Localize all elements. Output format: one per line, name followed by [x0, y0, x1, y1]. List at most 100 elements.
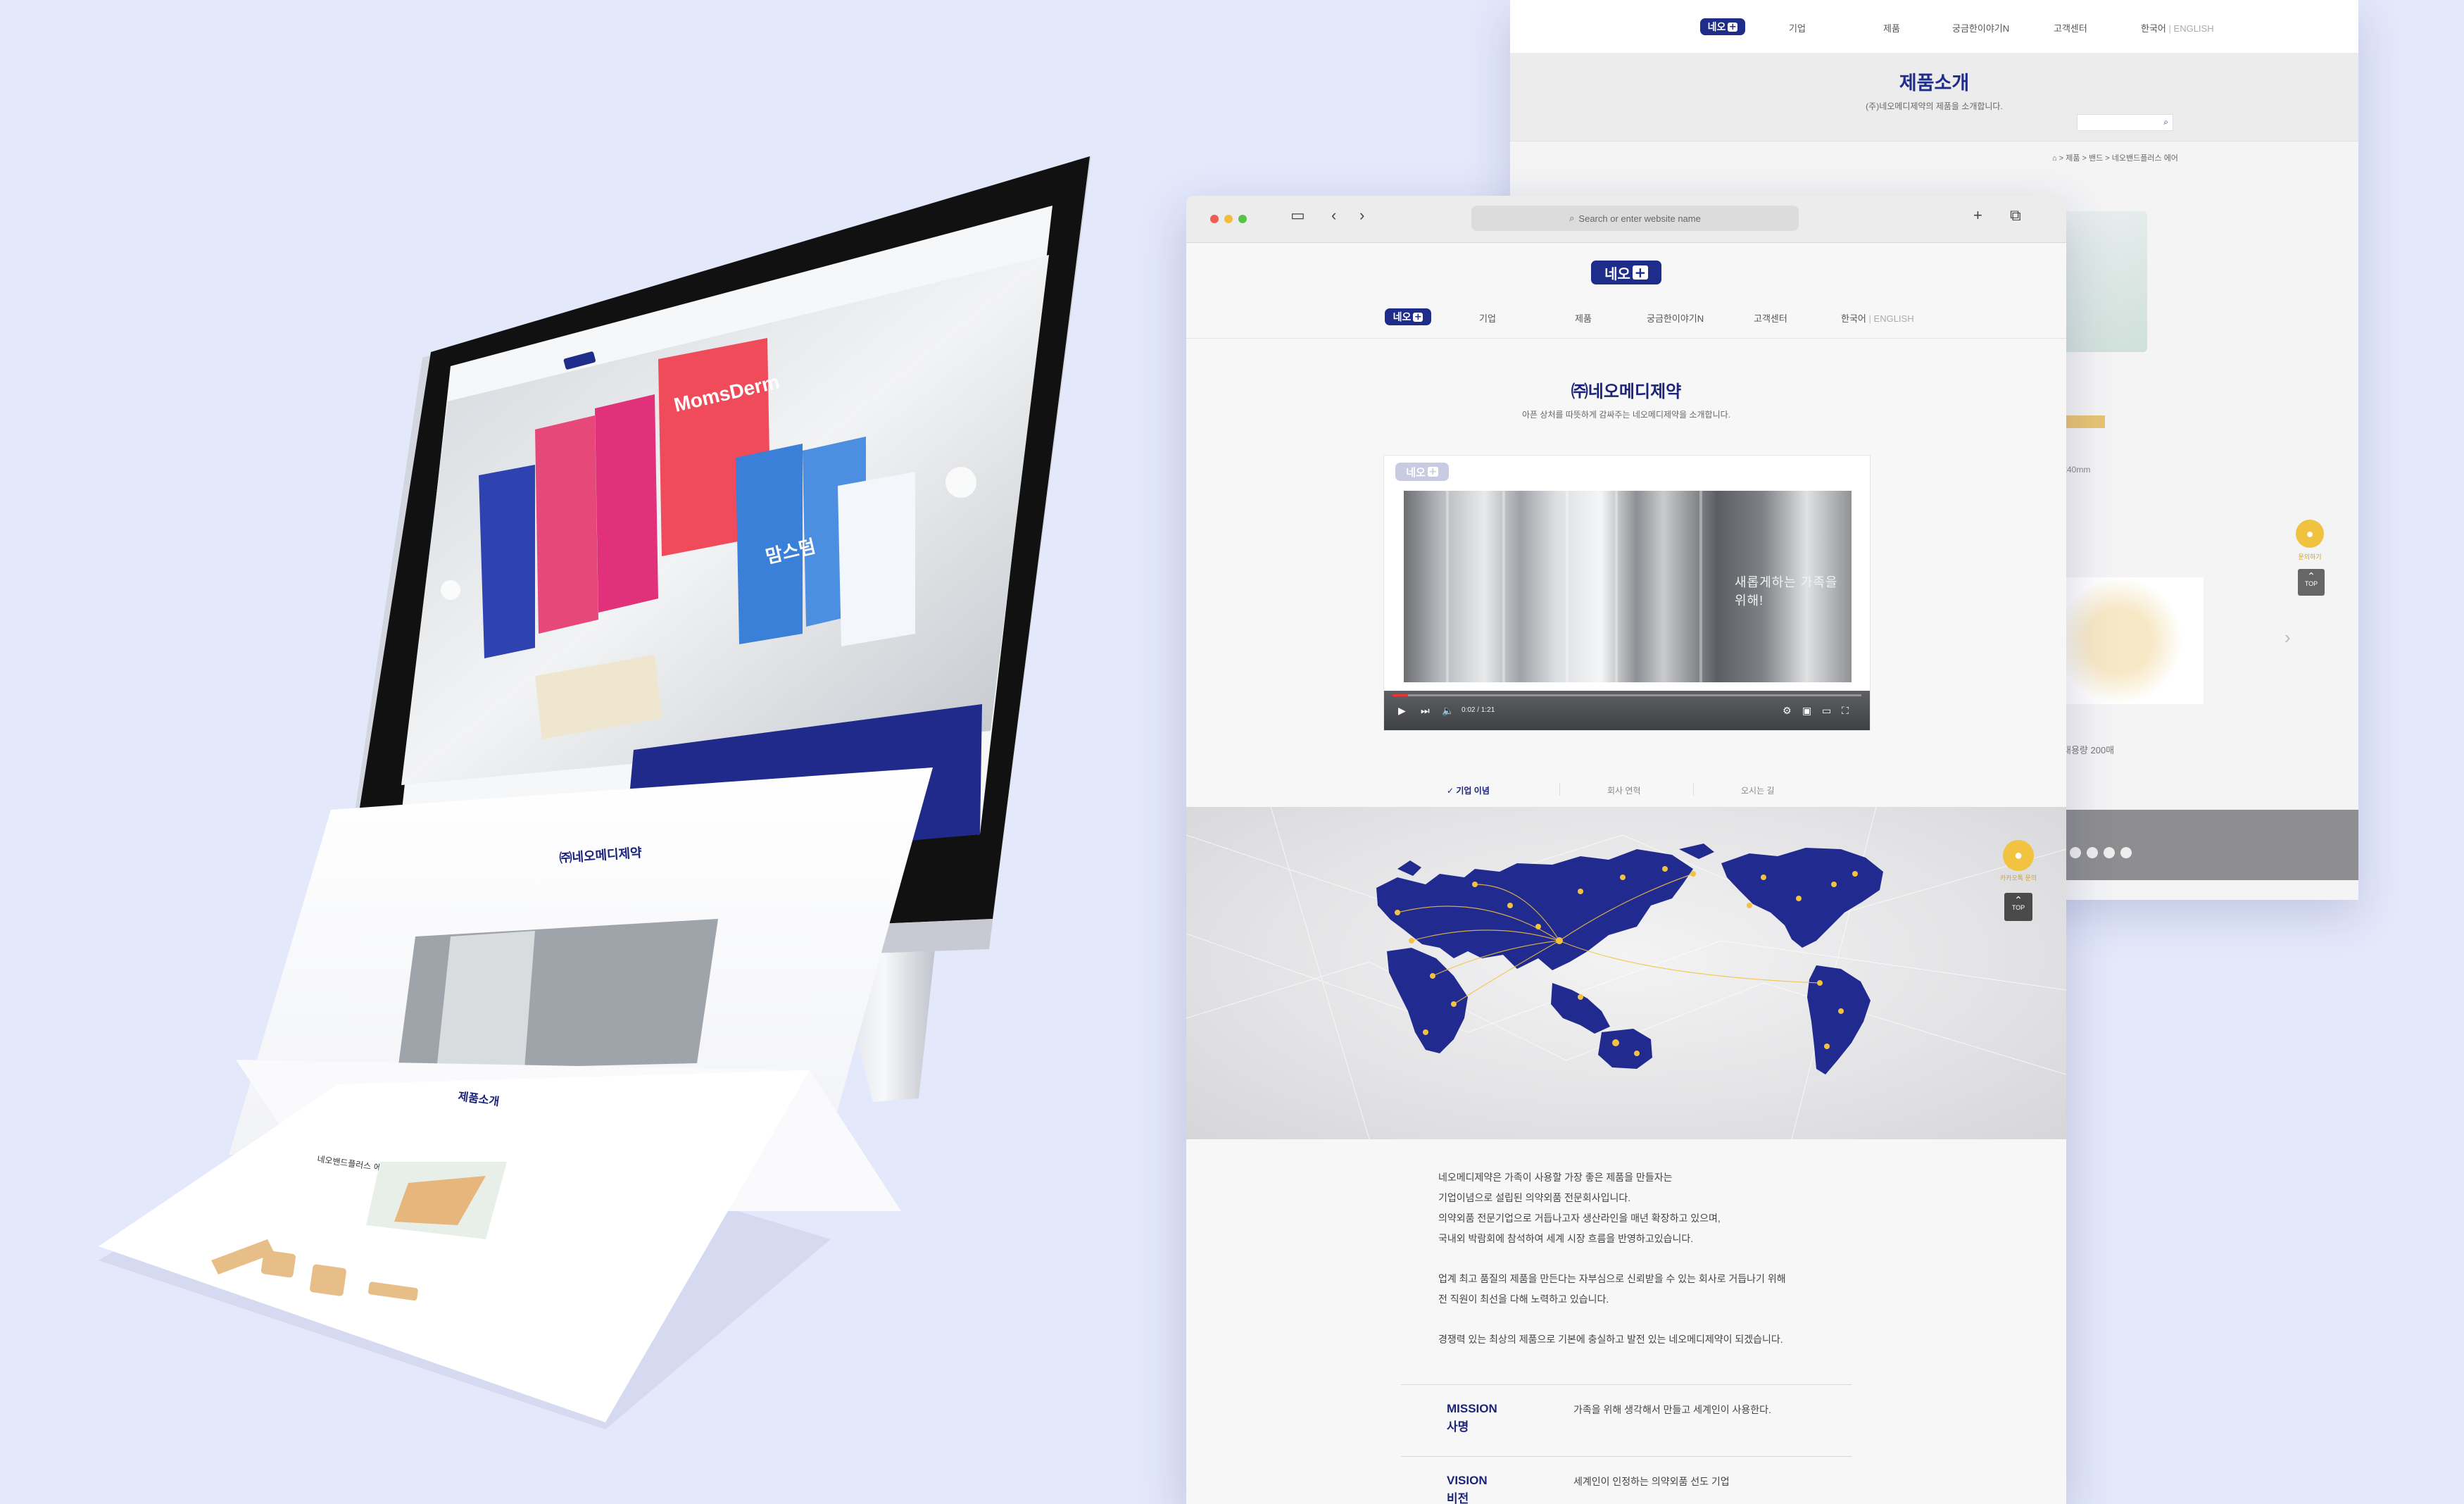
- top-button[interactable]: ⌃ TOP: [2298, 569, 2325, 596]
- company-intro: 네오메디제약은 가족이 사용할 가장 좋은 제품을 만들자는 기업이념으로 설립…: [1438, 1167, 1861, 1370]
- divider: [1401, 1384, 1852, 1385]
- fullscreen-icon[interactable]: ⛶: [1842, 705, 1849, 717]
- product-swatch: [2063, 415, 2105, 428]
- lang-ko[interactable]: 한국어: [2141, 23, 2166, 34]
- window-blind: [1615, 491, 1618, 682]
- nav-item-story[interactable]: 궁금한이야기N: [1647, 311, 1704, 325]
- page-title: ㈜네오메디제약: [1571, 382, 1682, 401]
- intro-line: 경쟁력 있는 최상의 제품으로 기본에 충실하고 발전 있는 네오메디제약이 되…: [1438, 1334, 1783, 1345]
- arrow-up-icon: ⌃: [2014, 894, 2023, 905]
- chat-label: 문의하기: [2298, 553, 2322, 560]
- video-controls: ▶ ⏭ 🔈 0:02 / 1:21 ⚙ ▣ ▭ ⛶: [1384, 691, 1870, 730]
- lang-switch[interactable]: 한국어 | ENGLISH: [1841, 311, 1914, 325]
- chat-label: 카카오톡 문의: [1999, 875, 2037, 882]
- product-size: x40mm: [2063, 465, 2091, 475]
- chat-icon[interactable]: ●: [2003, 840, 2034, 871]
- product-page-nav: 네오 + 기업 제품 궁금한이야기N 고객센터 한국어 | ENGLISH: [1510, 0, 2358, 54]
- social-icon[interactable]: [2087, 847, 2098, 858]
- address-placeholder: Search or enter website name: [1578, 213, 1701, 224]
- nav-item-story[interactable]: 궁금한이야기N: [1952, 21, 2009, 35]
- vision-ko: 비전: [1447, 1492, 1469, 1504]
- lang-ko[interactable]: 한국어: [1841, 313, 1866, 324]
- company-nav: 네오 + 기업 제품 궁금한이야기N 고객센터 한국어 | ENGLISH: [1186, 294, 2066, 339]
- company-page-window: ▭ ‹ › ⌕ Search or enter website name + ⧉…: [1186, 196, 2066, 1504]
- tab-history[interactable]: 회사 연혁: [1607, 784, 1641, 796]
- address-bar[interactable]: ⌕ Search or enter website name: [1471, 206, 1799, 231]
- search-icon[interactable]: ⌕: [2163, 117, 2168, 127]
- video-player[interactable]: 새롭게하는 가족을 위해!: [1404, 491, 1852, 682]
- nav-item-company[interactable]: 기업: [1479, 311, 1496, 325]
- carousel-prev-icon[interactable]: [441, 580, 460, 600]
- close-window-icon[interactable]: [1210, 215, 1219, 223]
- chevron-right-icon[interactable]: ›: [2284, 627, 2291, 648]
- page-title: 제품소개: [1899, 73, 1970, 94]
- top-button[interactable]: ⌃ TOP: [2004, 893, 2032, 921]
- vision-heading: VISION 비전: [1447, 1472, 1488, 1504]
- maximize-window-icon[interactable]: [1238, 215, 1247, 223]
- social-icon[interactable]: [2104, 847, 2115, 858]
- vision-en: VISION: [1447, 1474, 1488, 1487]
- social-icon[interactable]: [2120, 847, 2132, 858]
- product-page-sheet: [99, 1070, 810, 1422]
- breadcrumb-item[interactable]: 밴드: [2089, 154, 2103, 163]
- mission-text: 가족을 위해 생각해서 만들고 세계인이 사용한다.: [1573, 1404, 1771, 1415]
- intro-line: 의약외품 전문기업으로 거듭나고자 생산라인을 매년 확장하고 있으며,: [1438, 1212, 1721, 1224]
- nav-item-products[interactable]: 제품: [1883, 21, 1900, 35]
- nav-item-company[interactable]: 기업: [1789, 21, 1806, 35]
- home-icon[interactable]: ⌂: [2052, 154, 2057, 163]
- search-input[interactable]: ⌕: [2077, 114, 2173, 131]
- settings-icon[interactable]: ⚙: [1783, 705, 1792, 717]
- imac-mockup: MomsDerm 맘스덤 ㈜네오메디제약 제품소개 네오밴드플러스 에어: [99, 156, 1091, 1429]
- intro-line: 업계 최고 품질의 제품을 만든다는 자부심으로 신뢰받을 수 있는 회사로 거…: [1438, 1273, 1786, 1284]
- social-icon[interactable]: [2070, 847, 2081, 858]
- nav-item-support[interactable]: 고객센터: [2054, 21, 2087, 35]
- lang-en[interactable]: ENGLISH: [1874, 313, 1914, 324]
- related-product-caption: 대용량 200매: [2063, 745, 2115, 756]
- tab-philosophy[interactable]: ✓ 기업 이념: [1447, 784, 1490, 796]
- intro-paragraph: 경쟁력 있는 최상의 제품으로 기본에 충실하고 발전 있는 네오메디제약이 되…: [1438, 1329, 1861, 1350]
- nav-logo[interactable]: 네오 +: [1700, 18, 1745, 35]
- video-card: 네오 + 새롭게하는 가족을 위해! ▶ ⏭ 🔈 0:02 / 1:21 ⚙ ▣ …: [1383, 455, 1871, 731]
- next-icon[interactable]: ⏭: [1421, 705, 1430, 717]
- sidebar-icon[interactable]: ▭: [1290, 206, 1305, 225]
- carousel-next-icon[interactable]: [945, 467, 976, 498]
- site-logo[interactable]: 네오 +: [1591, 261, 1661, 284]
- minimize-window-icon[interactable]: [1224, 215, 1233, 223]
- video-logo: 네오 +: [1395, 463, 1449, 481]
- theater-icon[interactable]: ▭: [1822, 705, 1831, 717]
- tab-divider: [1559, 783, 1560, 796]
- window-blind: [1502, 491, 1505, 682]
- breadcrumb: ⌂ > 제품 > 밴드 > 네오밴드플러스 에어: [2052, 154, 2178, 163]
- nav-item-products[interactable]: 제품: [1575, 311, 1592, 325]
- volume-icon[interactable]: 🔈: [1442, 705, 1454, 717]
- world-map-section: [1186, 807, 2066, 1139]
- logo-text: 네오: [1393, 312, 1412, 323]
- back-icon[interactable]: ‹: [1331, 206, 1336, 225]
- browser-toolbar: ▭ ‹ › ⌕ Search or enter website name + ⧉: [1186, 196, 2066, 243]
- tab-label: 기업 이념: [1456, 786, 1490, 796]
- chat-icon[interactable]: ●: [2296, 520, 2324, 548]
- breadcrumb-item[interactable]: 네오밴드플러스 에어: [2112, 154, 2178, 163]
- tabs-overview-icon[interactable]: ⧉: [2010, 206, 2021, 225]
- tab-location[interactable]: 오시는 길: [1741, 784, 1775, 796]
- miniplayer-icon[interactable]: ▣: [1802, 705, 1811, 717]
- video-overlay-text: 새롭게하는 가족을 위해!: [1735, 575, 1838, 608]
- lang-en[interactable]: ENGLISH: [2174, 23, 2214, 34]
- related-product-image: [2063, 577, 2204, 704]
- new-tab-icon[interactable]: +: [1973, 206, 1982, 225]
- logo-text: 네오: [1406, 465, 1426, 479]
- logo-text: 네오: [1707, 22, 1726, 33]
- play-icon[interactable]: ▶: [1398, 705, 1406, 717]
- video-progress[interactable]: [1393, 694, 1861, 696]
- logo-cross-icon: +: [1632, 265, 1648, 280]
- breadcrumb-item[interactable]: 제품: [2066, 154, 2080, 163]
- forward-icon[interactable]: ›: [1359, 206, 1364, 225]
- nav-logo[interactable]: 네오 +: [1385, 308, 1431, 325]
- mission-heading: MISSION 사명: [1447, 1400, 1497, 1436]
- window-blind: [1699, 491, 1702, 682]
- lang-switch[interactable]: 한국어 | ENGLISH: [2141, 21, 2214, 35]
- check-icon: ✓: [1447, 786, 1457, 796]
- company-tabs: ✓ 기업 이념 회사 연혁 오시는 길: [1383, 777, 1869, 806]
- video-progress-fill: [1393, 694, 1408, 696]
- nav-item-support[interactable]: 고객센터: [1754, 311, 1787, 325]
